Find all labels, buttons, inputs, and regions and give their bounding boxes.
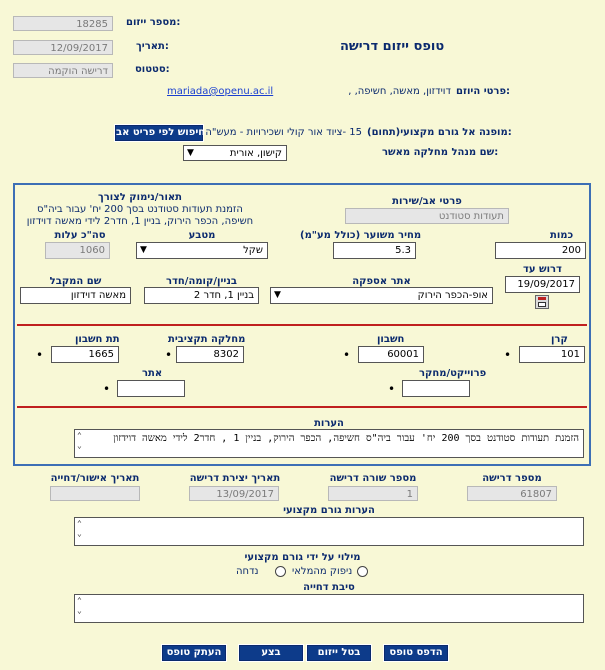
print-form-button[interactable]: הדפס טופס — [383, 644, 449, 662]
total-cost-field: 1060 — [45, 242, 110, 259]
description-text: הזמנת תעודות סטודנט בסך 200 יח' עבור ביה… — [26, 204, 254, 227]
pro-fill-label: מילוי על ידי גורם מקצועי — [244, 552, 361, 563]
reject-reason-label: סיבת דחייה — [303, 582, 355, 593]
initiator-email-link[interactable]: mariada@openu.ac.il — [167, 86, 273, 97]
scroll-arrows-icon[interactable]: ⌃ ⌄ — [77, 519, 82, 539]
radio-rejected-label: נדחה — [236, 566, 259, 577]
site-input[interactable] — [117, 380, 185, 397]
professional-value: 15 -ציוד אור קולי ושכירויות - מעש"ה — [205, 127, 362, 138]
initiator-label: פרטי היוזם: — [456, 86, 511, 97]
cancel-initiation-button[interactable]: בטל ייזום — [306, 644, 372, 662]
building-label: בניין/קומה/חדר — [166, 276, 237, 287]
manager-select[interactable]: ▼ קישון, אורית — [183, 145, 287, 161]
calendar-icon[interactable] — [535, 295, 549, 309]
approval-date-field — [50, 486, 140, 501]
notes-label: הערות — [314, 418, 344, 429]
notes-text: הזמנת תעודות סטודנט בסך 200 יח' עבור ביה… — [113, 433, 579, 444]
price-input[interactable]: 5.3 — [333, 242, 416, 259]
radio-supply-label: ניפוק מהמלאי — [292, 566, 353, 577]
notes-textarea[interactable]: ⌃ ⌄ הזמנת תעודות סטודנט בסך 200 יח' עבור … — [74, 429, 584, 458]
pro-notes-textarea[interactable]: ⌃ ⌄ — [74, 517, 584, 546]
date-field: 12/09/2017 — [13, 40, 113, 55]
description-label: תאור/נימוק לצורך — [97, 192, 182, 203]
account-label: חשבון — [377, 334, 405, 345]
reject-reason-textarea[interactable]: ⌃ ⌄ — [74, 594, 584, 623]
fund-input[interactable]: 101 — [519, 346, 585, 363]
budget-dept-input[interactable]: 8302 — [176, 346, 244, 363]
recipient-label: שם המקבל — [49, 276, 102, 287]
account-marker: • — [343, 348, 351, 362]
request-number-field: 61807 — [467, 486, 557, 501]
creation-date-label: תאריך יצירת דרישה — [189, 473, 281, 484]
manager-select-value: קישון, אורית — [229, 148, 282, 159]
search-by-parent-button[interactable]: חיפוש לפי פריט אב — [114, 124, 205, 142]
recipient-input[interactable]: מאשה דוידזון — [20, 287, 131, 304]
due-date-label: דרוש עד — [523, 264, 562, 275]
parent-item-label: פרטי אב/שירות — [392, 196, 462, 207]
chevron-down-icon: ▼ — [140, 245, 147, 255]
chevron-down-icon: ▼ — [187, 148, 194, 158]
pro-notes-label: הערות גורם מקצועי — [283, 505, 375, 516]
supply-site-select-value: אופ-הכפר הירוק — [417, 290, 488, 301]
date-label: תאריך: — [136, 41, 169, 52]
project-label: פרוייקט/מחקר — [419, 368, 487, 379]
section-divider — [17, 406, 587, 408]
status-label: סטטוס: — [135, 64, 170, 75]
supply-site-select[interactable]: ▼ אופ-הכפר הירוק — [270, 287, 493, 304]
due-date-input[interactable]: 19/09/2017 — [505, 276, 580, 293]
budget-dept-label: מחלקה תקציבית — [168, 334, 246, 345]
budget-dept-marker: • — [165, 348, 173, 362]
initiation-number-field: 18285 — [13, 16, 113, 31]
quantity-label: כמות — [550, 230, 574, 241]
status-field: דרישה הוקמה — [13, 63, 113, 78]
price-label: מחיר משוער (כולל מע"מ) — [300, 230, 422, 241]
initiation-number-label: מספר ייזום: — [126, 17, 181, 28]
project-input[interactable] — [402, 380, 470, 397]
request-line-label: מספר שורה דרישה — [329, 473, 417, 484]
fund-label: קרן — [551, 334, 568, 345]
initiator-details: דוידזון, מאשה, חשיפה, , — [348, 86, 451, 97]
currency-select-value: שקל — [243, 245, 263, 256]
building-input[interactable]: בניין 1, חדר 2 — [144, 287, 259, 304]
account-input[interactable]: 60001 — [358, 346, 424, 363]
execute-button[interactable]: בצע — [238, 644, 304, 662]
fund-value: 101 — [560, 349, 580, 360]
request-line-field: 1 — [328, 486, 418, 501]
request-number-label: מספר דרישה — [482, 473, 542, 484]
chevron-down-icon: ▼ — [274, 290, 281, 300]
quantity-input[interactable]: 200 — [495, 242, 586, 259]
copy-form-button[interactable]: העתק טופס — [161, 644, 227, 662]
professional-label: מופנה אל גורם מקצועי(תחום): — [367, 127, 512, 138]
currency-label: מטבע — [188, 230, 216, 241]
radio-supply-from-stock[interactable] — [357, 566, 368, 577]
sub-account-input[interactable]: 1665 — [51, 346, 119, 363]
scroll-arrows-icon[interactable]: ⌃ ⌄ — [77, 596, 82, 616]
currency-select[interactable]: ▼ שקל — [136, 242, 268, 259]
total-cost-label: סה"כ עלות — [54, 230, 106, 241]
supply-site-label: אתר אספקה — [352, 276, 411, 287]
parent-item-field: תעודות סטודנט — [345, 208, 509, 224]
page-title: טופס ייזום דרישה — [340, 39, 445, 54]
project-marker: • — [388, 382, 396, 396]
sub-account-label: תת חשבון — [75, 334, 120, 345]
sub-account-marker: • — [36, 348, 44, 362]
approval-date-label: תאריך אישור/דחייה — [50, 473, 140, 484]
site-label: אתר — [142, 368, 163, 379]
scroll-arrows-icon[interactable]: ⌃ ⌄ — [77, 431, 82, 451]
site-marker: • — [103, 382, 111, 396]
manager-label: שם מנהל מחלקה מאשר: — [382, 147, 499, 158]
creation-date-field: 13/09/2017 — [189, 486, 279, 501]
radio-rejected[interactable] — [275, 566, 286, 577]
section-divider — [17, 324, 587, 326]
fund-marker: • — [504, 348, 512, 362]
